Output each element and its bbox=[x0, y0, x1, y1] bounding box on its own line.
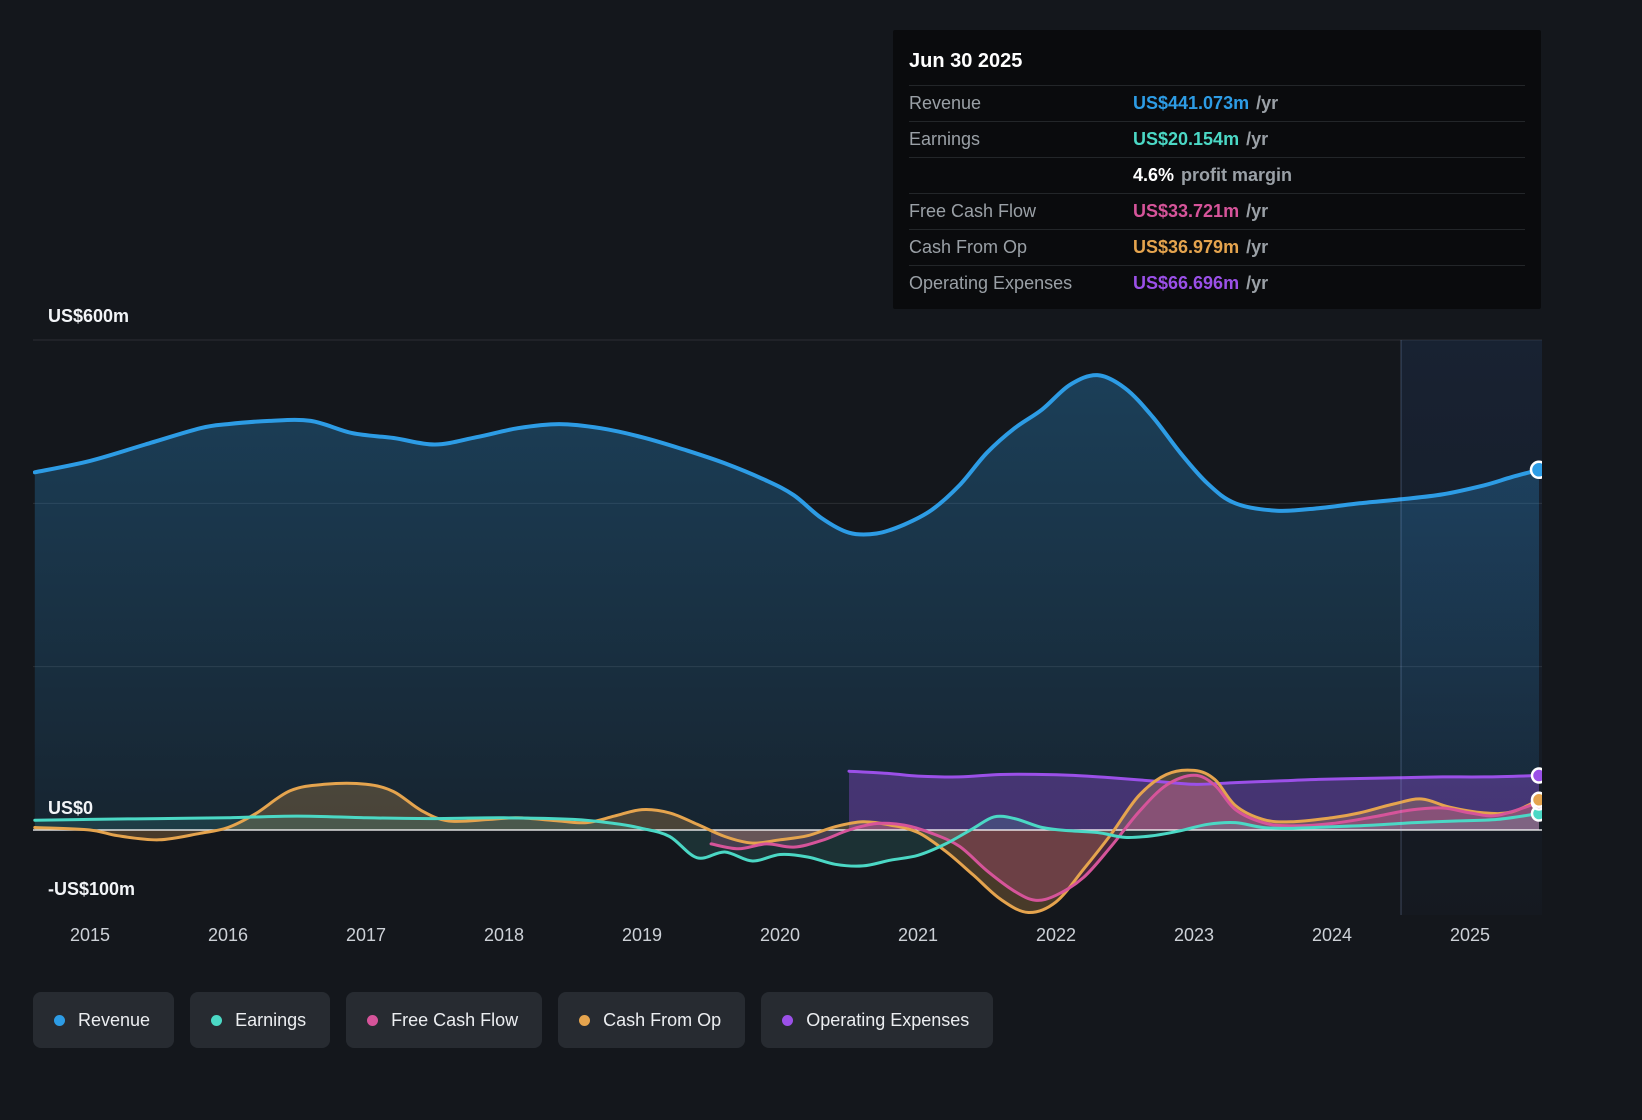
y-axis-label-600: US$600m bbox=[48, 306, 130, 326]
opex-unit: /yr bbox=[1246, 273, 1269, 293]
tooltip-row-earnings: Earnings US$20.154m/yr bbox=[909, 122, 1525, 158]
legend-label-cashop: Cash From Op bbox=[603, 1009, 722, 1030]
fcf-unit: /yr bbox=[1246, 201, 1269, 221]
fcf-value: US$33.721m bbox=[1133, 201, 1240, 221]
earnings-value: US$20.154m bbox=[1133, 129, 1240, 149]
earnings-dot-icon bbox=[211, 1014, 223, 1026]
tooltip-value-fcf: US$33.721m/yr bbox=[1133, 201, 1525, 222]
tooltip-label-opex: Operating Expenses bbox=[909, 273, 1073, 293]
tooltip-row-profit-margin: 4.6% profit margin bbox=[909, 158, 1525, 194]
cashop-unit: /yr bbox=[1246, 237, 1269, 257]
revenue-dot-icon bbox=[54, 1014, 65, 1026]
tooltip-row-opex: Operating Expenses US$66.696m/yr bbox=[909, 266, 1525, 301]
legend-label-earnings: Earnings bbox=[235, 1009, 307, 1030]
tooltip-row-cashop: Cash From Op US$36.979m/yr bbox=[909, 230, 1525, 266]
legend-label-opex: Operating Expenses bbox=[806, 1009, 970, 1030]
opex-value: US$66.696m bbox=[1133, 273, 1240, 293]
tooltip-value-revenue: US$441.073m/yr bbox=[1133, 93, 1525, 114]
y-axis-label-neg100: -US$100m bbox=[48, 879, 136, 899]
chart-tooltip: Jun 30 2025 Revenue US$441.073m/yr Earni… bbox=[893, 30, 1541, 309]
opex-dot-icon bbox=[782, 1014, 794, 1026]
tooltip-row-revenue: Revenue US$441.073m/yr bbox=[909, 86, 1525, 122]
legend-item-earnings[interactable]: Earnings bbox=[190, 992, 331, 1048]
tooltip-value-margin: 4.6% profit margin bbox=[1133, 165, 1525, 186]
cashop-dot-icon bbox=[579, 1014, 591, 1026]
legend-item-revenue[interactable]: Revenue bbox=[33, 992, 175, 1048]
y-axis-label-zero: US$0 bbox=[48, 798, 94, 818]
revenue-unit: /yr bbox=[1256, 93, 1279, 113]
tooltip-value-cashop: US$36.979m/yr bbox=[1133, 237, 1525, 258]
tooltip-label-revenue: Revenue bbox=[909, 93, 982, 113]
legend: Revenue Earnings Free Cash Flow Cash Fro… bbox=[33, 992, 994, 1048]
page: { "tooltip": { "date": "Jun 30 2025", "r… bbox=[0, 0, 1642, 1120]
earnings-unit: /yr bbox=[1246, 129, 1269, 149]
tooltip-value-opex: US$66.696m/yr bbox=[1133, 273, 1525, 294]
tooltip-date: Jun 30 2025 bbox=[909, 40, 1525, 86]
revenue-value: US$441.073m bbox=[1133, 93, 1250, 113]
tooltip-label-earnings: Earnings bbox=[909, 129, 981, 149]
tooltip-row-fcf: Free Cash Flow US$33.721m/yr bbox=[909, 194, 1525, 230]
legend-label-fcf: Free Cash Flow bbox=[391, 1009, 519, 1030]
tooltip-value-earnings: US$20.154m/yr bbox=[1133, 129, 1525, 150]
legend-item-cashop[interactable]: Cash From Op bbox=[558, 992, 746, 1048]
fcf-dot-icon bbox=[367, 1014, 379, 1026]
cashop-value: US$36.979m bbox=[1133, 237, 1240, 257]
margin-percent: 4.6% bbox=[1133, 165, 1175, 185]
legend-item-opex[interactable]: Operating Expenses bbox=[761, 992, 994, 1048]
legend-item-fcf[interactable]: Free Cash Flow bbox=[346, 992, 543, 1048]
legend-label-revenue: Revenue bbox=[78, 1009, 151, 1030]
margin-text: profit margin bbox=[1181, 165, 1293, 185]
tooltip-label-fcf: Free Cash Flow bbox=[909, 201, 1037, 221]
tooltip-label-cashop: Cash From Op bbox=[909, 237, 1028, 257]
